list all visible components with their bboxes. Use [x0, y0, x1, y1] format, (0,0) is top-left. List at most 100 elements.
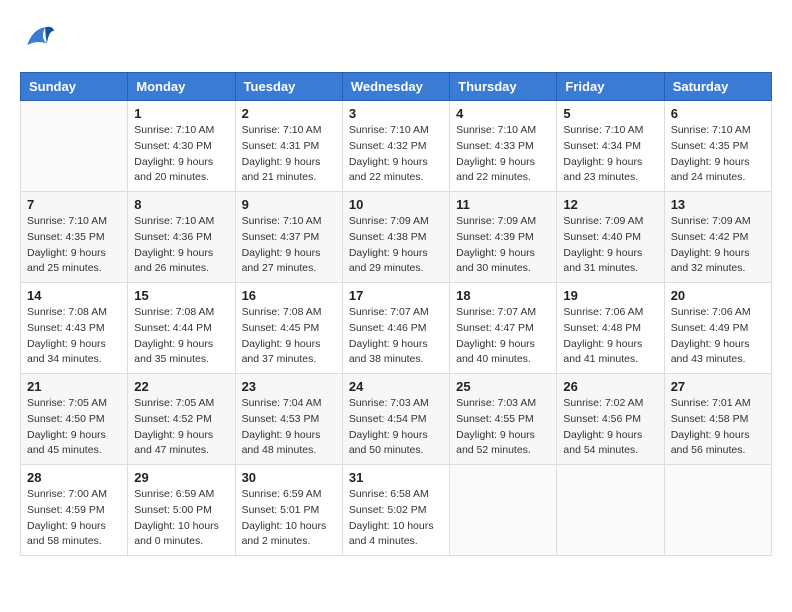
- calendar-day-header: Sunday: [21, 73, 128, 101]
- day-number: 15: [134, 288, 228, 303]
- calendar-week-row: 14 Sunrise: 7:08 AMSunset: 4:43 PMDaylig…: [21, 283, 772, 374]
- calendar-day-cell: 16 Sunrise: 7:08 AMSunset: 4:45 PMDaylig…: [235, 283, 342, 374]
- day-number: 23: [242, 379, 336, 394]
- calendar-week-row: 1 Sunrise: 7:10 AMSunset: 4:30 PMDayligh…: [21, 101, 772, 192]
- day-info: Sunrise: 7:10 AMSunset: 4:34 PMDaylight:…: [563, 123, 657, 186]
- calendar-day-cell: 13 Sunrise: 7:09 AMSunset: 4:42 PMDaylig…: [664, 192, 771, 283]
- day-number: 12: [563, 197, 657, 212]
- day-number: 2: [242, 106, 336, 121]
- day-number: 10: [349, 197, 443, 212]
- calendar-day-header: Wednesday: [342, 73, 449, 101]
- day-info: Sunrise: 6:59 AMSunset: 5:00 PMDaylight:…: [134, 487, 228, 550]
- day-number: 14: [27, 288, 121, 303]
- calendar-day-cell: 30 Sunrise: 6:59 AMSunset: 5:01 PMDaylig…: [235, 465, 342, 556]
- calendar-day-header: Friday: [557, 73, 664, 101]
- calendar-day-cell: 24 Sunrise: 7:03 AMSunset: 4:54 PMDaylig…: [342, 374, 449, 465]
- calendar-day-cell: 11 Sunrise: 7:09 AMSunset: 4:39 PMDaylig…: [450, 192, 557, 283]
- calendar-day-cell: 19 Sunrise: 7:06 AMSunset: 4:48 PMDaylig…: [557, 283, 664, 374]
- calendar-day-cell: 4 Sunrise: 7:10 AMSunset: 4:33 PMDayligh…: [450, 101, 557, 192]
- day-info: Sunrise: 7:10 AMSunset: 4:35 PMDaylight:…: [671, 123, 765, 186]
- day-number: 7: [27, 197, 121, 212]
- day-number: 1: [134, 106, 228, 121]
- calendar-header-row: SundayMondayTuesdayWednesdayThursdayFrid…: [21, 73, 772, 101]
- calendar-week-row: 21 Sunrise: 7:05 AMSunset: 4:50 PMDaylig…: [21, 374, 772, 465]
- calendar-day-cell: 7 Sunrise: 7:10 AMSunset: 4:35 PMDayligh…: [21, 192, 128, 283]
- day-number: 29: [134, 470, 228, 485]
- calendar-day-cell: 27 Sunrise: 7:01 AMSunset: 4:58 PMDaylig…: [664, 374, 771, 465]
- day-number: 21: [27, 379, 121, 394]
- calendar-day-cell: [664, 465, 771, 556]
- day-info: Sunrise: 7:02 AMSunset: 4:56 PMDaylight:…: [563, 396, 657, 459]
- day-number: 4: [456, 106, 550, 121]
- calendar-day-cell: 29 Sunrise: 6:59 AMSunset: 5:00 PMDaylig…: [128, 465, 235, 556]
- day-info: Sunrise: 7:06 AMSunset: 4:49 PMDaylight:…: [671, 305, 765, 368]
- calendar-day-cell: [557, 465, 664, 556]
- day-info: Sunrise: 7:09 AMSunset: 4:42 PMDaylight:…: [671, 214, 765, 277]
- calendar-day-cell: 23 Sunrise: 7:04 AMSunset: 4:53 PMDaylig…: [235, 374, 342, 465]
- day-info: Sunrise: 7:10 AMSunset: 4:30 PMDaylight:…: [134, 123, 228, 186]
- day-number: 25: [456, 379, 550, 394]
- day-number: 28: [27, 470, 121, 485]
- day-info: Sunrise: 7:05 AMSunset: 4:50 PMDaylight:…: [27, 396, 121, 459]
- day-number: 24: [349, 379, 443, 394]
- calendar-day-cell: 10 Sunrise: 7:09 AMSunset: 4:38 PMDaylig…: [342, 192, 449, 283]
- day-info: Sunrise: 6:58 AMSunset: 5:02 PMDaylight:…: [349, 487, 443, 550]
- calendar-table: SundayMondayTuesdayWednesdayThursdayFrid…: [20, 72, 772, 556]
- day-info: Sunrise: 7:07 AMSunset: 4:47 PMDaylight:…: [456, 305, 550, 368]
- day-info: Sunrise: 7:10 AMSunset: 4:31 PMDaylight:…: [242, 123, 336, 186]
- day-info: Sunrise: 7:10 AMSunset: 4:32 PMDaylight:…: [349, 123, 443, 186]
- calendar-day-header: Tuesday: [235, 73, 342, 101]
- day-info: Sunrise: 7:08 AMSunset: 4:44 PMDaylight:…: [134, 305, 228, 368]
- day-info: Sunrise: 7:03 AMSunset: 4:55 PMDaylight:…: [456, 396, 550, 459]
- calendar-day-cell: 22 Sunrise: 7:05 AMSunset: 4:52 PMDaylig…: [128, 374, 235, 465]
- calendar-day-cell: 6 Sunrise: 7:10 AMSunset: 4:35 PMDayligh…: [664, 101, 771, 192]
- calendar-day-cell: 8 Sunrise: 7:10 AMSunset: 4:36 PMDayligh…: [128, 192, 235, 283]
- calendar-day-cell: 14 Sunrise: 7:08 AMSunset: 4:43 PMDaylig…: [21, 283, 128, 374]
- day-info: Sunrise: 7:09 AMSunset: 4:39 PMDaylight:…: [456, 214, 550, 277]
- day-info: Sunrise: 7:09 AMSunset: 4:40 PMDaylight:…: [563, 214, 657, 277]
- calendar-day-cell: 9 Sunrise: 7:10 AMSunset: 4:37 PMDayligh…: [235, 192, 342, 283]
- day-number: 31: [349, 470, 443, 485]
- calendar-day-cell: 18 Sunrise: 7:07 AMSunset: 4:47 PMDaylig…: [450, 283, 557, 374]
- calendar-day-cell: 31 Sunrise: 6:58 AMSunset: 5:02 PMDaylig…: [342, 465, 449, 556]
- day-number: 13: [671, 197, 765, 212]
- calendar-day-cell: 20 Sunrise: 7:06 AMSunset: 4:49 PMDaylig…: [664, 283, 771, 374]
- calendar-day-cell: 17 Sunrise: 7:07 AMSunset: 4:46 PMDaylig…: [342, 283, 449, 374]
- calendar-day-cell: 12 Sunrise: 7:09 AMSunset: 4:40 PMDaylig…: [557, 192, 664, 283]
- day-info: Sunrise: 7:09 AMSunset: 4:38 PMDaylight:…: [349, 214, 443, 277]
- day-number: 16: [242, 288, 336, 303]
- day-number: 5: [563, 106, 657, 121]
- calendar-day-cell: 26 Sunrise: 7:02 AMSunset: 4:56 PMDaylig…: [557, 374, 664, 465]
- day-number: 20: [671, 288, 765, 303]
- day-info: Sunrise: 7:04 AMSunset: 4:53 PMDaylight:…: [242, 396, 336, 459]
- day-number: 18: [456, 288, 550, 303]
- day-info: Sunrise: 7:01 AMSunset: 4:58 PMDaylight:…: [671, 396, 765, 459]
- calendar-day-cell: 15 Sunrise: 7:08 AMSunset: 4:44 PMDaylig…: [128, 283, 235, 374]
- logo-icon: [20, 20, 56, 56]
- day-info: Sunrise: 7:07 AMSunset: 4:46 PMDaylight:…: [349, 305, 443, 368]
- calendar-week-row: 28 Sunrise: 7:00 AMSunset: 4:59 PMDaylig…: [21, 465, 772, 556]
- day-number: 30: [242, 470, 336, 485]
- day-number: 11: [456, 197, 550, 212]
- calendar-day-cell: 21 Sunrise: 7:05 AMSunset: 4:50 PMDaylig…: [21, 374, 128, 465]
- day-info: Sunrise: 7:03 AMSunset: 4:54 PMDaylight:…: [349, 396, 443, 459]
- day-number: 19: [563, 288, 657, 303]
- calendar-day-header: Saturday: [664, 73, 771, 101]
- day-info: Sunrise: 7:08 AMSunset: 4:43 PMDaylight:…: [27, 305, 121, 368]
- calendar-day-cell: 5 Sunrise: 7:10 AMSunset: 4:34 PMDayligh…: [557, 101, 664, 192]
- calendar-day-cell: 2 Sunrise: 7:10 AMSunset: 4:31 PMDayligh…: [235, 101, 342, 192]
- page-header: [20, 20, 772, 56]
- calendar-day-header: Monday: [128, 73, 235, 101]
- calendar-day-cell: 1 Sunrise: 7:10 AMSunset: 4:30 PMDayligh…: [128, 101, 235, 192]
- day-info: Sunrise: 7:10 AMSunset: 4:37 PMDaylight:…: [242, 214, 336, 277]
- day-info: Sunrise: 6:59 AMSunset: 5:01 PMDaylight:…: [242, 487, 336, 550]
- calendar-day-cell: [21, 101, 128, 192]
- day-info: Sunrise: 7:00 AMSunset: 4:59 PMDaylight:…: [27, 487, 121, 550]
- day-number: 9: [242, 197, 336, 212]
- day-number: 26: [563, 379, 657, 394]
- calendar-day-cell: 25 Sunrise: 7:03 AMSunset: 4:55 PMDaylig…: [450, 374, 557, 465]
- logo: [20, 20, 62, 56]
- day-number: 3: [349, 106, 443, 121]
- calendar-day-cell: [450, 465, 557, 556]
- day-info: Sunrise: 7:10 AMSunset: 4:36 PMDaylight:…: [134, 214, 228, 277]
